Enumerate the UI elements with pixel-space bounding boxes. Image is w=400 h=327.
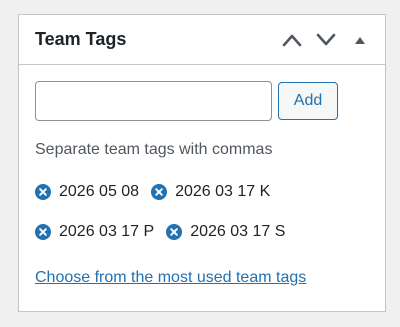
tag-item: 2026 05 08 (35, 180, 139, 204)
triangle-up-icon (355, 37, 365, 44)
team-tags-panel: Team Tags Add Separate team tags with co… (18, 14, 386, 312)
remove-tag-icon[interactable] (35, 184, 51, 200)
add-tag-row: Add (35, 81, 369, 121)
tag-label: 2026 03 17 K (175, 183, 271, 200)
move-up-button[interactable] (275, 22, 309, 58)
tag-input[interactable] (35, 81, 272, 121)
tag-label: 2026 03 17 P (59, 223, 155, 240)
panel-body: Add Separate team tags with commas 2026 … (19, 65, 385, 287)
tag-label: 2026 03 17 S (190, 223, 286, 240)
move-down-button[interactable] (309, 22, 343, 58)
tag-item: 2026 03 17 K (151, 180, 270, 204)
panel-controls (275, 15, 377, 65)
tag-list: 2026 05 08 2026 03 17 K 2026 03 17 P 202… (35, 180, 355, 260)
panel-header: Team Tags (19, 15, 385, 65)
toggle-panel-button[interactable] (343, 22, 377, 58)
chevron-up-icon (282, 34, 302, 47)
remove-tag-icon[interactable] (166, 224, 183, 240)
add-button[interactable]: Add (278, 82, 338, 120)
tag-item: 2026 03 17 S (166, 220, 285, 244)
most-used-tags-link[interactable]: Choose from the most used team tags (35, 269, 306, 287)
tag-item: 2026 03 17 P (35, 220, 154, 244)
panel-title: Team Tags (35, 29, 127, 49)
remove-tag-icon[interactable] (151, 184, 168, 200)
tag-label: 2026 05 08 (59, 183, 140, 200)
chevron-down-icon (316, 33, 336, 46)
remove-tag-icon[interactable] (35, 224, 51, 240)
help-text: Separate team tags with commas (35, 141, 273, 158)
